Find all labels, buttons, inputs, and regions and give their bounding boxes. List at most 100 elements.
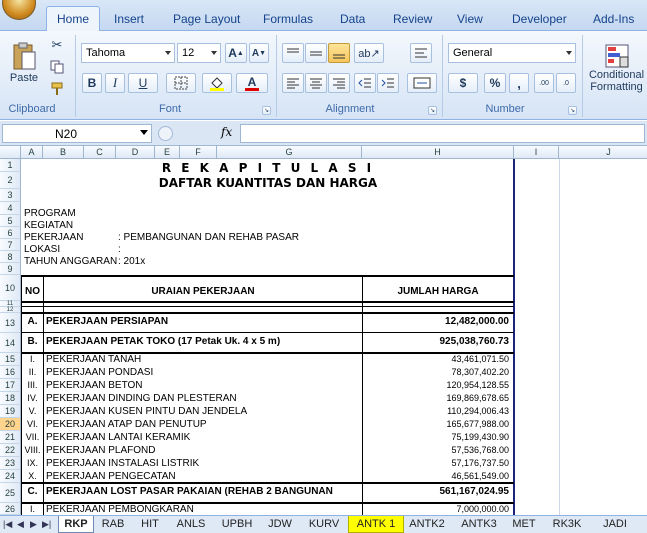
first-sheet-icon[interactable]: |◀ [3,519,12,530]
column-header-f[interactable]: F [180,146,217,159]
alignment-dialog-launcher[interactable]: ↘ [428,106,437,115]
name-box[interactable]: N20 [2,124,152,143]
conditional-formatting-button[interactable]: Conditional Formatting [586,37,647,99]
column-header-d[interactable]: D [116,146,155,159]
tab-view[interactable]: View [457,12,483,26]
align-top-button[interactable] [282,43,304,63]
align-middle-button[interactable] [305,43,327,63]
merge-center-button[interactable] [407,73,437,93]
font-name-dropdown[interactable]: Tahoma [81,43,175,63]
sheet-tab-kurv[interactable]: KURV [304,516,344,533]
prev-sheet-icon[interactable]: ◀ [17,519,24,530]
column-header-a[interactable]: A [21,146,43,159]
sheet-tab-upbh[interactable]: UPBH [216,516,258,533]
tab-review[interactable]: Review [393,12,432,26]
align-bottom-button[interactable] [328,43,350,63]
tab-add-ins[interactable]: Add-Ins [593,12,634,26]
name-box-dropdown-icon[interactable] [140,130,148,135]
decrease-decimal-button[interactable]: .0 [556,73,576,93]
row-header[interactable]: 17 [0,379,21,392]
shrink-font-button[interactable]: A ▼ [249,43,269,63]
row-header[interactable]: 16 [0,366,21,379]
font-color-button[interactable]: A [236,73,268,93]
tab-formulas[interactable]: Formulas [263,12,313,26]
select-all-corner[interactable] [0,146,21,159]
column-header-c[interactable]: C [84,146,116,159]
row-header[interactable]: 6 [0,227,21,239]
column-header-j[interactable]: J [559,146,647,159]
sheet-tab-antk2[interactable]: ANTK2 [406,516,448,533]
sheet-tab-rkp[interactable]: RKP [58,516,94,533]
tab-insert[interactable]: Insert [114,12,144,26]
paste-button[interactable]: Paste [6,36,42,90]
increase-decimal-button[interactable]: .00 [534,73,554,93]
row-header-selected[interactable]: 20 [0,418,21,431]
insert-function-icon[interactable]: fx [158,124,240,143]
row-header[interactable]: 7 [0,239,21,251]
increase-indent-button[interactable] [377,73,399,93]
tab-data[interactable]: Data [340,12,365,26]
row-header[interactable]: 14 [0,333,21,353]
formula-input[interactable] [240,124,645,143]
row-header[interactable]: 4 [0,202,21,215]
row-header[interactable]: 5 [0,215,21,227]
tab-developer[interactable]: Developer [512,12,567,26]
row-header[interactable]: 2 [0,172,21,189]
column-header-e[interactable]: E [155,146,180,159]
font-size-dropdown[interactable]: 12 [177,43,221,63]
row-header[interactable]: 19 [0,405,21,418]
tab-page-layout[interactable]: Page Layout [173,12,240,26]
comma-style-button[interactable]: , [509,73,529,93]
fill-color-button[interactable] [202,73,232,93]
format-painter-icon[interactable] [48,81,66,97]
sheet-tab-anls[interactable]: ANLS [170,516,212,533]
row-header[interactable]: 23 [0,457,21,470]
sheet-tab-met[interactable]: MET [508,516,540,533]
number-dialog-launcher[interactable]: ↘ [568,106,577,115]
row-header[interactable]: 22 [0,444,21,457]
row-header[interactable]: 25 [0,483,21,503]
row-header[interactable]: 18 [0,392,21,405]
underline-button[interactable]: U [128,73,158,93]
row-header[interactable]: 13 [0,313,21,333]
row-header[interactable]: 15 [0,353,21,366]
sheet-tab-antk1[interactable]: ANTK 1 [348,516,404,533]
cut-icon[interactable]: ✂ [48,37,66,53]
sheet-tab-antk3[interactable]: ANTK3 [456,516,502,533]
column-header-b[interactable]: B [43,146,84,159]
row-header[interactable]: 9 [0,263,21,275]
row-header[interactable]: 21 [0,431,21,444]
font-dialog-launcher[interactable]: ↘ [262,106,271,115]
percent-button[interactable]: % [484,73,506,93]
row-header[interactable]: 24 [0,470,21,483]
column-header-i[interactable]: I [514,146,559,159]
office-button[interactable] [2,0,36,20]
orientation-button[interactable]: ab↗ [354,43,384,63]
borders-button[interactable] [166,73,196,93]
sheet-tab-hit[interactable]: HIT [134,516,166,533]
grow-font-button[interactable]: A ▲ [225,43,247,63]
copy-icon[interactable] [48,59,66,75]
row-header[interactable]: 1 [0,159,21,172]
last-sheet-icon[interactable]: ▶| [42,519,51,530]
row-header[interactable]: 26 [0,503,21,515]
sheet-tab-jadi[interactable]: JADI [596,516,634,533]
align-left-button[interactable] [282,73,304,93]
align-center-button[interactable] [305,73,327,93]
sheet-tab-rk3k[interactable]: RK3K [546,516,588,533]
tab-home[interactable]: Home [46,6,101,32]
currency-button[interactable]: $ [448,73,478,93]
column-header-g[interactable]: G [217,146,362,159]
decrease-indent-button[interactable] [354,73,376,93]
bold-button[interactable]: B [82,73,102,93]
row-header[interactable]: 3 [0,189,21,202]
next-sheet-icon[interactable]: ▶ [30,519,37,530]
italic-button[interactable]: I [105,73,125,93]
align-right-button[interactable] [328,73,350,93]
row-header[interactable]: 10 [0,275,21,301]
row-header[interactable]: 8 [0,251,21,263]
sheet-tab-jdw[interactable]: JDW [262,516,298,533]
worksheet-grid[interactable]: A B C D E F G H I J 1 2 3 4 5 6 7 8 9 10… [0,146,647,515]
number-format-dropdown[interactable]: General [448,43,576,63]
column-header-h[interactable]: H [362,146,514,159]
